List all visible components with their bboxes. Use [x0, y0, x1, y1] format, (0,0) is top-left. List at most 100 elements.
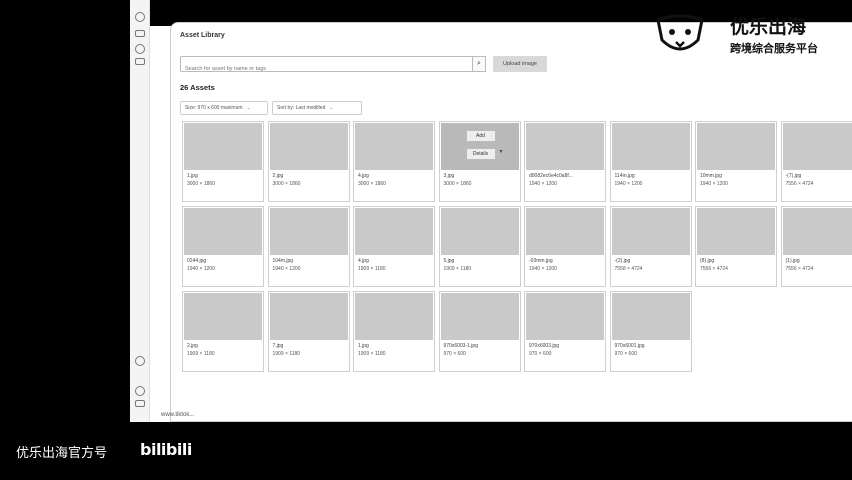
- asset-dimensions: 1940 × 1200: [614, 181, 643, 187]
- asset-thumbnail[interactable]: [526, 293, 604, 340]
- asset-thumbnail[interactable]: [782, 123, 852, 170]
- asset-tile[interactable]: 2.jpg 1909 × 1180: [182, 291, 264, 372]
- asset-thumbnail[interactable]: [184, 123, 262, 170]
- asset-name: (1).jpg: [785, 258, 800, 264]
- asset-dimensions: 3000 × 1860: [272, 181, 301, 187]
- asset-dimensions: 3000 × 1860: [187, 181, 215, 187]
- asset-dimensions: 970 × 600: [443, 351, 466, 357]
- asset-tile[interactable]: 1.jpg 1909 × 1180: [353, 291, 435, 372]
- asset-tile[interactable]: -03mm.jpg 1940 × 1200: [524, 206, 606, 287]
- folder-icon[interactable]: [135, 58, 145, 65]
- asset-tile[interactable]: 970x6003.jpg 970 × 600: [524, 291, 606, 372]
- chevron-down-icon[interactable]: ▾: [500, 148, 503, 155]
- asset-tile[interactable]: -(7).jpg 7556 × 4724: [780, 121, 852, 202]
- asset-thumbnail[interactable]: [611, 208, 690, 255]
- asset-thumbnail[interactable]: [782, 208, 852, 255]
- asset-dimensions: 3000 × 1860: [358, 181, 386, 187]
- asset-name: -(7).jpg: [785, 173, 802, 179]
- asset-tile[interactable]: 0244.jpg 1940 × 1200: [182, 206, 264, 287]
- asset-name: 2.jpg: [272, 173, 284, 179]
- help-icon[interactable]: [135, 356, 145, 366]
- asset-dimensions: 1909 × 1180: [358, 351, 386, 357]
- asset-tile[interactable]: 104m.jpg 1940 × 1200: [267, 206, 350, 287]
- chevron-down-icon: ⌄: [246, 105, 251, 111]
- asset-name: 10mm.jpg: [700, 173, 722, 179]
- sort-select[interactable]: Sort by: Last modified ⌄: [272, 101, 362, 115]
- search-button[interactable]: ⌕: [472, 56, 486, 72]
- details-button[interactable]: Details: [465, 148, 496, 160]
- menu-icon[interactable]: [135, 400, 145, 407]
- home-icon[interactable]: [135, 12, 145, 22]
- asset-thumbnail[interactable]: [611, 293, 690, 340]
- upload-image-button[interactable]: Upload image: [493, 56, 547, 72]
- asset-thumbnail[interactable]: [269, 293, 348, 340]
- asset-thumbnail[interactable]: [269, 208, 348, 255]
- add-button[interactable]: Add: [465, 130, 496, 142]
- asset-name: (8).jpg: [700, 258, 715, 264]
- asset-tile[interactable]: 10mm.jpg 1940 × 1200: [695, 121, 777, 202]
- app-window: Asset Library ⌕ Upload image 26 Assets S…: [150, 0, 852, 422]
- asset-thumbnail[interactable]: [355, 123, 433, 170]
- asset-dimensions: 7556 × 4724: [785, 181, 814, 187]
- asset-tile[interactable]: (8).jpg 7556 × 4724: [695, 206, 777, 287]
- brand-title: 优乐出海: [730, 16, 807, 38]
- panel-title: Asset Library: [180, 32, 225, 39]
- asset-dimensions: 7556 × 4724: [700, 266, 728, 272]
- asset-thumbnail[interactable]: [184, 293, 262, 340]
- asset-tile[interactable]: 3.jpg 3000 × 1860 Add Details ▾: [438, 121, 521, 202]
- asset-name: 1.jpg: [187, 173, 198, 179]
- asset-tile[interactable]: (1).jpg 7556 × 4724: [780, 206, 852, 287]
- asset-thumbnail[interactable]: [355, 293, 433, 340]
- asset-name: 0244.jpg: [187, 258, 207, 264]
- asset-thumbnail[interactable]: [611, 123, 690, 170]
- asset-dimensions: 7558 × 4724: [614, 266, 643, 272]
- asset-thumbnail[interactable]: [355, 208, 433, 255]
- asset-name: -(2).jpg: [614, 258, 631, 264]
- asset-dimensions: 7556 × 4724: [785, 266, 814, 272]
- asset-dimensions: 1940 × 1200: [272, 266, 301, 272]
- grid-icon[interactable]: [135, 30, 145, 37]
- asset-tile[interactable]: 970x6001.jpg 970 × 600: [609, 291, 692, 372]
- asset-dimensions: 970 × 600: [529, 351, 552, 357]
- asset-name: -03mm.jpg: [529, 258, 553, 264]
- asset-thumbnail[interactable]: [697, 208, 775, 255]
- asset-tile[interactable]: d0082ec6e4c0a8f... 1940 × 1200: [524, 121, 606, 202]
- app-rail: [130, 0, 150, 422]
- brand-subtitle: 跨境综合服务平台: [730, 42, 818, 55]
- asset-dimensions: 1940 × 1200: [529, 266, 557, 272]
- globe-icon[interactable]: [135, 44, 145, 54]
- asset-tile[interactable]: -(2).jpg 7558 × 4724: [609, 206, 692, 287]
- asset-thumbnail[interactable]: [526, 123, 604, 170]
- asset-thumbnail[interactable]: [269, 123, 348, 170]
- asset-name: 3.jpg: [443, 173, 455, 179]
- size-filter-select[interactable]: Size: 970 x 600 maximum ⌄: [180, 101, 268, 115]
- settings-icon[interactable]: [135, 386, 145, 396]
- asset-tile[interactable]: 970x6003-1.jpg 970 × 600: [438, 291, 521, 372]
- sort-label: Sort by: Last modified: [277, 105, 326, 111]
- search-input[interactable]: [181, 62, 451, 76]
- asset-tile[interactable]: 7.jpg 1909 × 1180: [267, 291, 350, 372]
- asset-dimensions: 1940 × 1200: [700, 181, 728, 187]
- asset-dimensions: 1940 × 1200: [187, 266, 215, 272]
- asset-name: 2.jpg: [187, 343, 198, 349]
- asset-thumbnail[interactable]: [184, 208, 262, 255]
- channel-watermark: 优乐出海官方号: [16, 446, 108, 461]
- asset-tile[interactable]: 1.jpg 3000 × 1860: [182, 121, 264, 202]
- bilibili-logo: bilibili: [140, 440, 192, 459]
- asset-thumbnail[interactable]: [526, 208, 604, 255]
- asset-dimensions: 3000 × 1860: [443, 181, 472, 187]
- asset-tile[interactable]: 4.jpg 1909 × 1180: [353, 206, 435, 287]
- asset-tile[interactable]: 4.jpg 3000 × 1860: [353, 121, 435, 202]
- asset-thumbnail[interactable]: [697, 123, 775, 170]
- asset-name: 5.jpg: [443, 258, 455, 264]
- search-icon: ⌕: [477, 60, 481, 67]
- asset-tile[interactable]: 5.jpg 1909 × 1180: [438, 206, 521, 287]
- asset-name: 970x6003-1.jpg: [443, 343, 478, 349]
- asset-thumbnail[interactable]: [440, 293, 519, 340]
- search-field[interactable]: [180, 56, 473, 76]
- asset-dimensions: 1909 × 1180: [358, 266, 386, 272]
- asset-tile[interactable]: 114m.jpg 1940 × 1200: [609, 121, 692, 202]
- asset-tile[interactable]: 2.jpg 3000 × 1860: [267, 121, 350, 202]
- asset-library-panel: Asset Library ⌕ Upload image 26 Assets S…: [170, 22, 852, 422]
- asset-thumbnail[interactable]: [440, 208, 519, 255]
